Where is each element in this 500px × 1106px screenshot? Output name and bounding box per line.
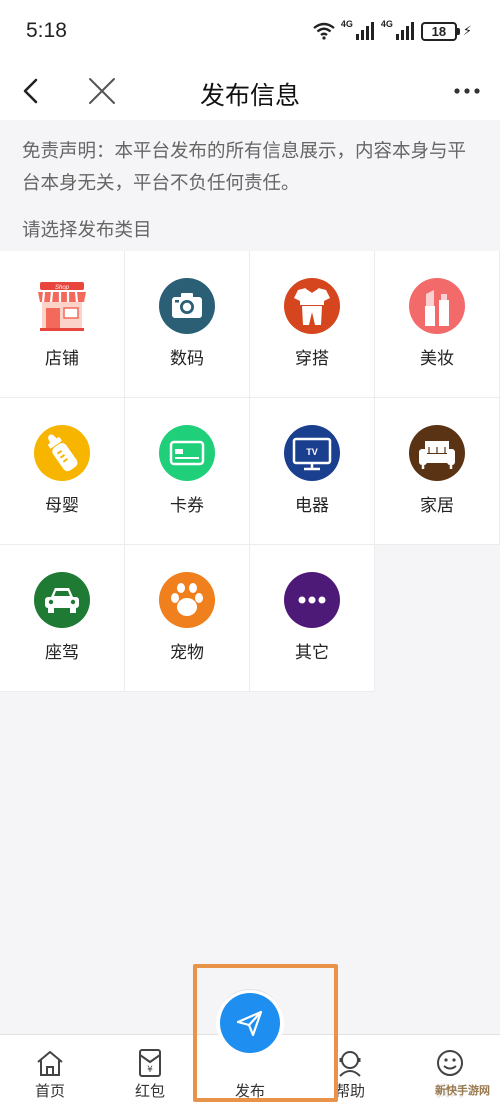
category-label: 母婴 [45,496,79,516]
category-label: 宠物 [170,643,204,663]
smile-icon [437,1050,463,1076]
category-label: 美妆 [420,349,454,369]
baby-bottle-icon [34,425,90,481]
battery-indicator: 18 [420,21,460,41]
camera-icon [159,278,215,334]
category-label: 店铺 [45,349,79,369]
svg-text:TV: TV [306,447,318,457]
page-title: 发布信息 [199,81,300,110]
paw-icon [159,572,215,628]
category-mother-baby[interactable]: 母婴 [0,398,125,545]
category-label: 其它 [295,643,329,663]
status-time: 5:18 [26,19,67,42]
category-label: 座驾 [45,643,79,663]
help-icon [339,1051,361,1077]
tv-icon: TV [284,425,340,481]
tab-label: 首页 [34,1082,65,1100]
tab-label: 红包 [134,1082,165,1100]
svg-text:Shop: Shop [55,285,70,291]
nav-bar: 发布信息 [0,62,500,120]
more-icon[interactable] [452,78,482,104]
shop-icon: Shop [34,278,90,334]
category-appliance[interactable]: TV 电器 [250,398,375,545]
disclaimer-text: 免责声明：本平台发布的所有信息展示，内容本身与平台本身无关，平台不负任何责任。 [22,141,467,194]
category-shop[interactable]: Shop 店铺 [0,251,125,398]
tab-red-packet[interactable]: ¥ 红包 [100,1035,200,1106]
clothes-icon [284,278,340,334]
more-dots-icon [284,572,340,628]
red-packet-icon: ¥ [139,1049,161,1077]
status-bar: 5:18 4G 4G 18 ⚡ [0,0,500,62]
category-beauty[interactable]: 美妆 [375,251,500,398]
section-label: 请选择发布类目 [22,220,152,241]
tab-bar: 首页 ¥ 红包 发布 帮助 我的 [0,989,500,1106]
category-other[interactable]: 其它 [250,545,375,692]
network-label-2: 4G [380,19,393,29]
category-pet[interactable]: 宠物 [125,545,250,692]
category-vehicle[interactable]: 座驾 [0,545,125,692]
category-digital[interactable]: 数码 [125,251,250,398]
home-icon [37,1051,63,1076]
tab-label: 发布 [234,1082,265,1100]
category-label: 穿搭 [295,349,329,369]
sofa-icon [409,425,465,481]
grid-empty-cell [375,545,500,692]
tab-home[interactable]: 首页 [0,1035,100,1106]
lipstick-icon [409,278,465,334]
car-icon [34,572,90,628]
category-label: 卡券 [170,496,204,516]
category-label: 家居 [420,496,454,516]
tab-help[interactable]: 帮助 [300,1035,400,1106]
category-outfit[interactable]: 穿搭 [250,251,375,398]
tab-publish[interactable]: 发布 [200,989,300,1106]
signal-icon [355,22,374,40]
category-label: 电器 [295,496,329,516]
wifi-icon [313,22,335,40]
network-label-1: 4G [340,19,353,29]
card-icon [159,425,215,481]
category-home[interactable]: 家居 [375,398,500,545]
send-icon [236,1010,263,1037]
category-label: 数码 [170,349,204,369]
status-icons: 4G 4G 18 ⚡ [313,19,472,41]
publish-button[interactable] [220,993,280,1053]
category-coupon[interactable]: 卡券 [125,398,250,545]
signal-icon [395,22,414,40]
watermark: 新快手游网 [431,1080,494,1100]
charging-icon: ⚡ [462,23,472,39]
category-grid: Shop 店铺 数码 穿搭 美妆 母婴 卡券 TV 电器 家居 座驾 宠物 其它 [0,251,500,692]
tab-label: 帮助 [334,1082,365,1100]
svg-text:¥: ¥ [147,1065,153,1075]
